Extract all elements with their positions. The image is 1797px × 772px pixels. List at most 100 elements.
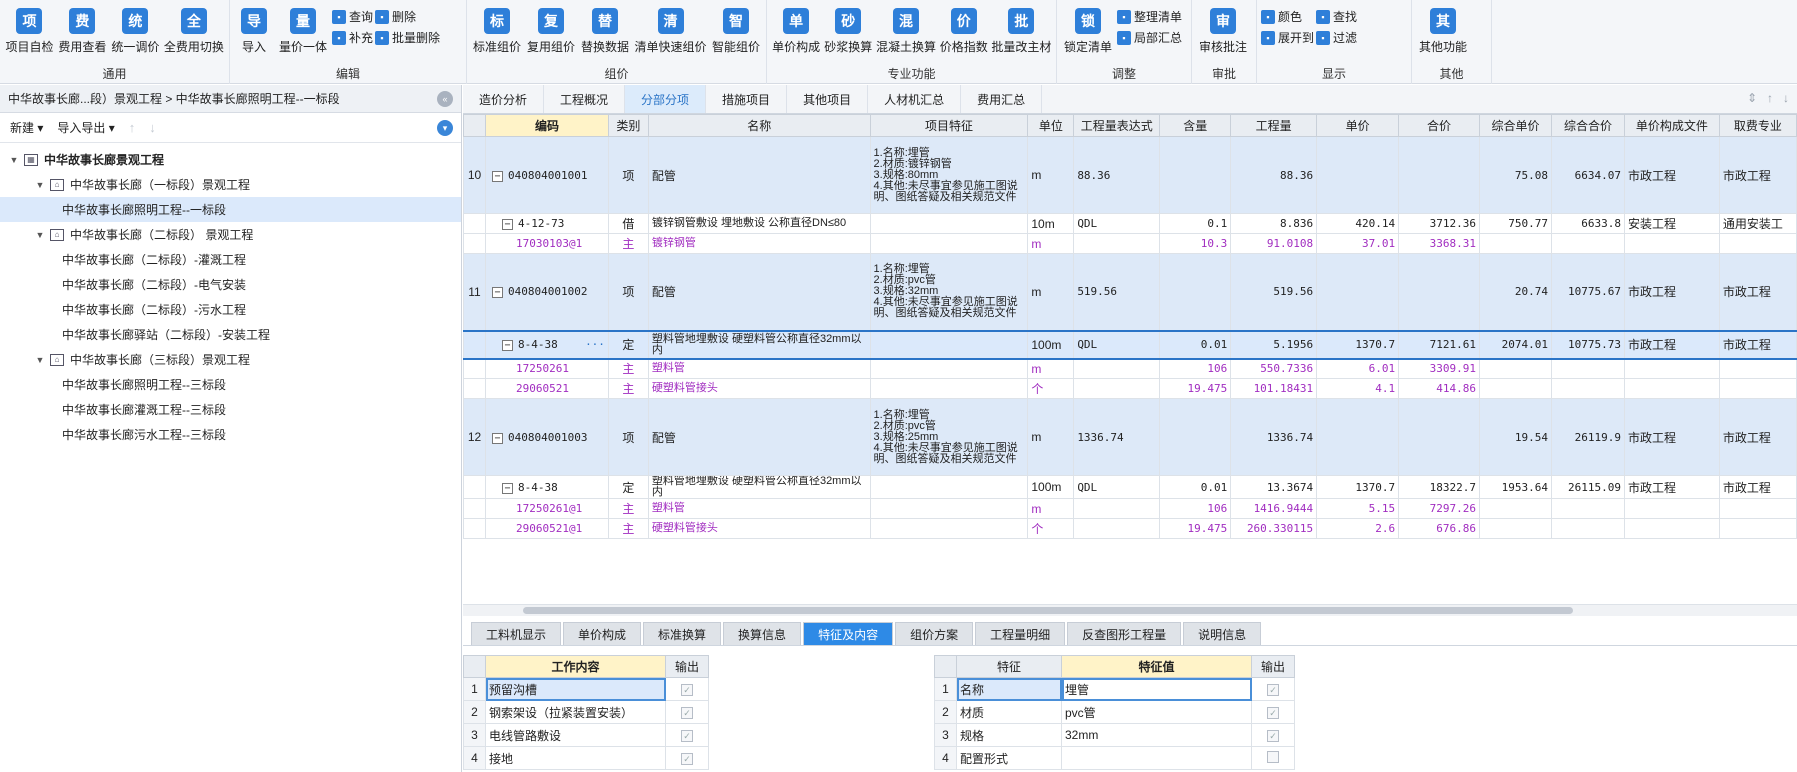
cell-content[interactable]: 106: [1159, 358, 1232, 379]
cell-cprice[interactable]: 75.08: [1479, 136, 1552, 214]
cell-file[interactable]: 市政工程: [1623, 329, 1720, 360]
expand-icon[interactable]: ▼: [34, 230, 46, 240]
cell-file[interactable]: [1623, 358, 1720, 379]
cell-file[interactable]: 市政工程: [1623, 136, 1720, 214]
ribbon-small-button[interactable]: ▪ 批量删除: [375, 29, 440, 46]
cell-content[interactable]: 0.01: [1159, 329, 1232, 360]
cell-price[interactable]: [1316, 136, 1400, 214]
cell-file[interactable]: 市政工程: [1623, 398, 1720, 476]
cell-cat[interactable]: 项: [607, 398, 649, 476]
output-checkbox[interactable]: ✓: [681, 684, 693, 696]
cell-no[interactable]: [463, 329, 486, 360]
column-header[interactable]: 工程量表达式: [1073, 114, 1161, 137]
cell-no[interactable]: [463, 518, 486, 539]
cell-content[interactable]: 10.3: [1159, 233, 1232, 254]
column-header[interactable]: [463, 114, 486, 137]
cell-name[interactable]: 硬塑料管接头: [647, 378, 871, 399]
ribbon-small-button[interactable]: ▪ 查询: [332, 8, 373, 25]
cell-price[interactable]: 1370.7: [1316, 475, 1400, 499]
bottom-tab-5[interactable]: 组价方案: [895, 622, 974, 645]
cell-feat[interactable]: 1.名称:埋管 2.材质:pvc管 3.规格:25mm 4.其他:未尽事宜参见施…: [869, 398, 1029, 476]
cell-unit[interactable]: 100m: [1027, 329, 1075, 360]
output-checkbox[interactable]: ✓: [681, 707, 693, 719]
cell-expr[interactable]: QDL: [1073, 475, 1161, 499]
cell-ctotal[interactable]: 10775.73: [1550, 329, 1625, 360]
cell-code[interactable]: 29060521@1: [484, 518, 609, 539]
feature-row[interactable]: 2 材质 pvc管 ✓: [934, 700, 1295, 724]
import-export-button[interactable]: 导入导出 ▾: [57, 119, 114, 136]
cell-expr[interactable]: 519.56: [1073, 253, 1161, 331]
cell-total[interactable]: 3712.36: [1398, 213, 1481, 234]
cell-cprice[interactable]: [1479, 498, 1552, 519]
tab-5[interactable]: 人材机汇总: [868, 85, 962, 113]
cell-feat[interactable]: [869, 378, 1029, 399]
cell-unit[interactable]: 100m: [1027, 475, 1075, 499]
cell-price[interactable]: 1370.7: [1316, 329, 1400, 360]
cell-qty[interactable]: 91.0108: [1230, 233, 1318, 254]
cell-ctotal[interactable]: [1550, 358, 1625, 379]
cell-unit[interactable]: 个: [1027, 518, 1075, 539]
table-row[interactable]: 17250261 主塑料管 m 106 550.7336 6.01 3309.91: [463, 358, 1797, 379]
cell-total[interactable]: [1398, 136, 1481, 214]
cell-file[interactable]: 安装工程: [1623, 213, 1720, 234]
ribbon-button-unit-price[interactable]: 单单价构成: [771, 6, 821, 57]
cell-cat[interactable]: 定: [607, 329, 649, 360]
cell-no[interactable]: 11: [463, 253, 486, 331]
ribbon-button-switch[interactable]: 全全费用切换: [163, 6, 225, 57]
tree-node[interactable]: 中华故事长廊照明工程--三标段: [0, 372, 461, 397]
tab-0[interactable]: 造价分析: [463, 85, 545, 113]
cell-cprice[interactable]: 2074.01: [1479, 329, 1552, 360]
ribbon-button-import[interactable]: 导导入: [234, 6, 274, 57]
cell-code[interactable]: 17030103@1: [484, 233, 609, 254]
cell-cprice[interactable]: 750.77: [1479, 213, 1552, 234]
cell-expr[interactable]: [1073, 518, 1161, 539]
cell-ctotal[interactable]: 6633.8: [1550, 213, 1625, 234]
bottom-tab-6[interactable]: 工程量明细: [975, 622, 1066, 645]
cell-no[interactable]: [463, 233, 486, 254]
cell-name[interactable]: 塑料管地埋敷设 硬塑料管公称直径32mm以内: [647, 329, 871, 360]
ribbon-button-reuse-price[interactable]: 复复用组价: [525, 6, 577, 57]
new-button[interactable]: 新建 ▾: [10, 119, 43, 136]
cell-no[interactable]: [463, 213, 486, 234]
cell-file[interactable]: [1623, 518, 1720, 539]
cell-cprice[interactable]: [1479, 233, 1552, 254]
ribbon-button-qty-price[interactable]: 量量价一体: [276, 6, 330, 57]
cell-name[interactable]: 塑料管地埋敷设 硬塑料管公称直径32mm以内: [647, 475, 871, 499]
table-row[interactable]: 17030103@1 主镀锌钢管 m 10.3 91.0108 37.01 3368.31: [463, 233, 1797, 254]
cell-price[interactable]: 420.14: [1316, 213, 1400, 234]
cell-feat[interactable]: [869, 329, 1029, 360]
cell-cprice[interactable]: 1953.64: [1479, 475, 1552, 499]
cell-cat[interactable]: 主: [607, 518, 649, 539]
ribbon-small-button[interactable]: ▪ 展开到: [1261, 29, 1314, 46]
cell-ctotal[interactable]: 26115.09: [1550, 475, 1625, 499]
cell-feat[interactable]: [869, 498, 1029, 519]
cell-ctotal[interactable]: [1550, 498, 1625, 519]
cell-name[interactable]: 配管: [647, 398, 871, 476]
column-header[interactable]: 类别: [607, 114, 649, 137]
cell-qty[interactable]: 550.7336: [1230, 358, 1318, 379]
bottom-tab-1[interactable]: 单价构成: [563, 622, 642, 645]
column-header[interactable]: 名称: [647, 114, 871, 137]
bottom-tab-3[interactable]: 换算信息: [723, 622, 802, 645]
table-row[interactable]: −8-4-38 定塑料管地埋敷设 硬塑料管公称直径32mm以内 100m QDL 0.0…: [463, 475, 1797, 499]
tab-2[interactable]: 分部分项: [625, 85, 707, 113]
ribbon-button-grid[interactable]: 其其他功能: [1416, 6, 1470, 57]
cell-ctotal[interactable]: [1550, 233, 1625, 254]
down-icon[interactable]: ↓: [1783, 91, 1789, 105]
move-down-icon[interactable]: ↓: [149, 120, 156, 135]
feature-name[interactable]: 配置形式: [956, 746, 1062, 770]
cell-feat[interactable]: [869, 213, 1029, 234]
output-checkbox[interactable]: ✓: [681, 753, 693, 765]
tree-node[interactable]: 中华故事长廊照明工程--一标段: [0, 197, 461, 222]
cell-expr[interactable]: [1073, 378, 1161, 399]
bottom-tab-7[interactable]: 反查图形工程量: [1067, 622, 1182, 645]
cell-total[interactable]: 3309.91: [1398, 358, 1481, 379]
tab-1[interactable]: 工程概况: [544, 85, 626, 113]
cell-expr[interactable]: QDL: [1073, 213, 1161, 234]
collapse-row-icon[interactable]: −: [501, 482, 513, 494]
cell-qty[interactable]: 101.18431: [1230, 378, 1318, 399]
cell-file[interactable]: 市政工程: [1623, 253, 1720, 331]
cell-expr[interactable]: QDL: [1073, 329, 1161, 360]
table-row[interactable]: 10−040804001001 项配管 1.名称:埋管 2.材质:镀锌钢管 3.规格…: [463, 136, 1797, 214]
collapse-row-icon[interactable]: −: [491, 432, 503, 444]
